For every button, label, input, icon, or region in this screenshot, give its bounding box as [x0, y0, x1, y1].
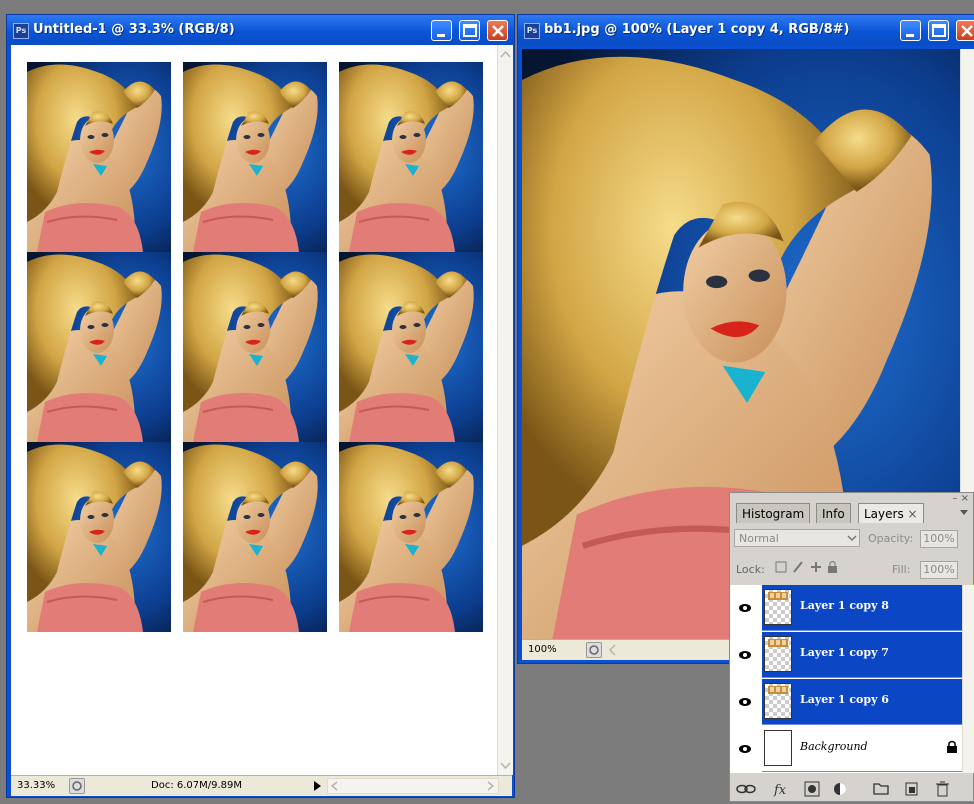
status-arrow-icon[interactable]: [311, 779, 323, 796]
horizontal-scrollbar[interactable]: [327, 778, 499, 794]
zoom-level[interactable]: 100%: [528, 644, 557, 655]
close-button[interactable]: [956, 20, 974, 41]
fx-icon[interactable]: fx: [773, 783, 787, 798]
photo-tile: [27, 62, 171, 252]
photo-tile: [183, 442, 327, 632]
panel-collapse-icon[interactable]: – ×: [952, 493, 969, 504]
lock-icon: [946, 740, 958, 757]
photoshop-icon: Ps: [13, 23, 29, 39]
visibility-eye-icon[interactable]: [730, 726, 760, 772]
layers-panel[interactable]: – × Histogram Info Layers × Normal Opaci…: [729, 492, 974, 802]
fill-field[interactable]: 100%: [920, 561, 958, 579]
layer-row[interactable]: Background: [762, 726, 962, 772]
trash-icon[interactable]: [936, 781, 949, 797]
minimize-button[interactable]: [900, 20, 921, 41]
layer-thumbnail: [764, 683, 792, 719]
doc-size-info: Doc: 6.07M/9.89M: [151, 780, 243, 791]
document-window-untitled[interactable]: Ps Untitled-1 @ 33.3% (RGB/8) 33.33% Doc…: [6, 14, 515, 798]
layer-row[interactable]: Layer 1 copy 6: [762, 679, 962, 725]
zoom-level[interactable]: 33.33%: [17, 780, 55, 791]
group-icon[interactable]: [873, 783, 889, 795]
chevron-down-icon: [847, 533, 857, 546]
panel-footer: fx: [730, 777, 973, 801]
layers-scrollbar[interactable]: [962, 585, 974, 773]
scroll-left-icon[interactable]: [606, 643, 618, 660]
photo-tile: [339, 252, 483, 442]
document-canvas[interactable]: [11, 45, 497, 775]
status-bar: 33.33% Doc: 6.07M/9.89M: [11, 775, 512, 796]
opacity-field[interactable]: 100%: [920, 530, 958, 548]
blend-mode-select[interactable]: Normal: [734, 529, 860, 547]
layer-name: Layer 1 copy 8: [800, 599, 889, 612]
tab-layers[interactable]: Layers ×: [858, 503, 924, 523]
layer-name: Layer 1 copy 6: [800, 693, 889, 706]
layer-row[interactable]: Layer 1 copy 8: [762, 585, 962, 631]
svg-text:fx: fx: [773, 783, 787, 798]
lock-icons[interactable]: [774, 559, 854, 578]
tab-info[interactable]: Info: [816, 503, 851, 523]
adjustment-layer-icon[interactable]: [834, 783, 846, 795]
layer-name: Background: [800, 740, 868, 753]
new-layer-icon[interactable]: [905, 782, 918, 796]
maximize-button[interactable]: [459, 20, 480, 41]
photo-tile: [27, 252, 171, 442]
window-title: Untitled-1 @ 33.3% (RGB/8): [33, 22, 235, 37]
lock-label: Lock:: [736, 563, 765, 576]
scroll-arrows-icon: [500, 50, 511, 770]
layer-row[interactable]: Layer 1 copy 7: [762, 632, 962, 678]
scroll-arrows-icon: [330, 781, 495, 791]
maximize-button[interactable]: [928, 20, 949, 41]
photo-tile: [339, 62, 483, 252]
fill-label: Fill:: [892, 563, 911, 576]
link-layers-icon[interactable]: [736, 784, 756, 794]
window-title: bb1.jpg @ 100% (Layer 1 copy 4, RGB/8#): [544, 22, 850, 37]
panel-menu-icon[interactable]: [959, 507, 969, 520]
photo-tile: [183, 62, 327, 252]
layer-thumbnail: [764, 730, 792, 766]
photoshop-icon: Ps: [524, 23, 540, 39]
vertical-scrollbar[interactable]: [497, 45, 513, 775]
title-bar[interactable]: Ps Untitled-1 @ 33.3% (RGB/8): [7, 15, 514, 45]
status-menu-icon[interactable]: [586, 642, 602, 658]
visibility-eye-icon[interactable]: [730, 585, 760, 631]
status-menu-icon[interactable]: [69, 778, 85, 794]
layer-thumbnail: [764, 636, 792, 672]
visibility-eye-icon[interactable]: [730, 679, 760, 725]
layer-thumbnail: [764, 589, 792, 625]
layer-name: Layer 1 copy 7: [800, 646, 889, 659]
visibility-eye-icon[interactable]: [730, 632, 760, 678]
minimize-button[interactable]: [431, 20, 452, 41]
tab-close-icon[interactable]: ×: [908, 507, 918, 521]
photo-tile: [183, 252, 327, 442]
layers-list: Layer 1 copy 8 Layer 1 copy 7 Layer 1 co…: [730, 585, 962, 773]
photo-tile: [339, 442, 483, 632]
photo-tile: [27, 442, 171, 632]
layer-mask-icon[interactable]: [804, 781, 820, 797]
close-button[interactable]: [487, 20, 508, 41]
title-bar[interactable]: Ps bb1.jpg @ 100% (Layer 1 copy 4, RGB/8…: [518, 15, 974, 45]
tab-histogram[interactable]: Histogram: [736, 503, 811, 523]
opacity-label: Opacity:: [868, 532, 914, 545]
